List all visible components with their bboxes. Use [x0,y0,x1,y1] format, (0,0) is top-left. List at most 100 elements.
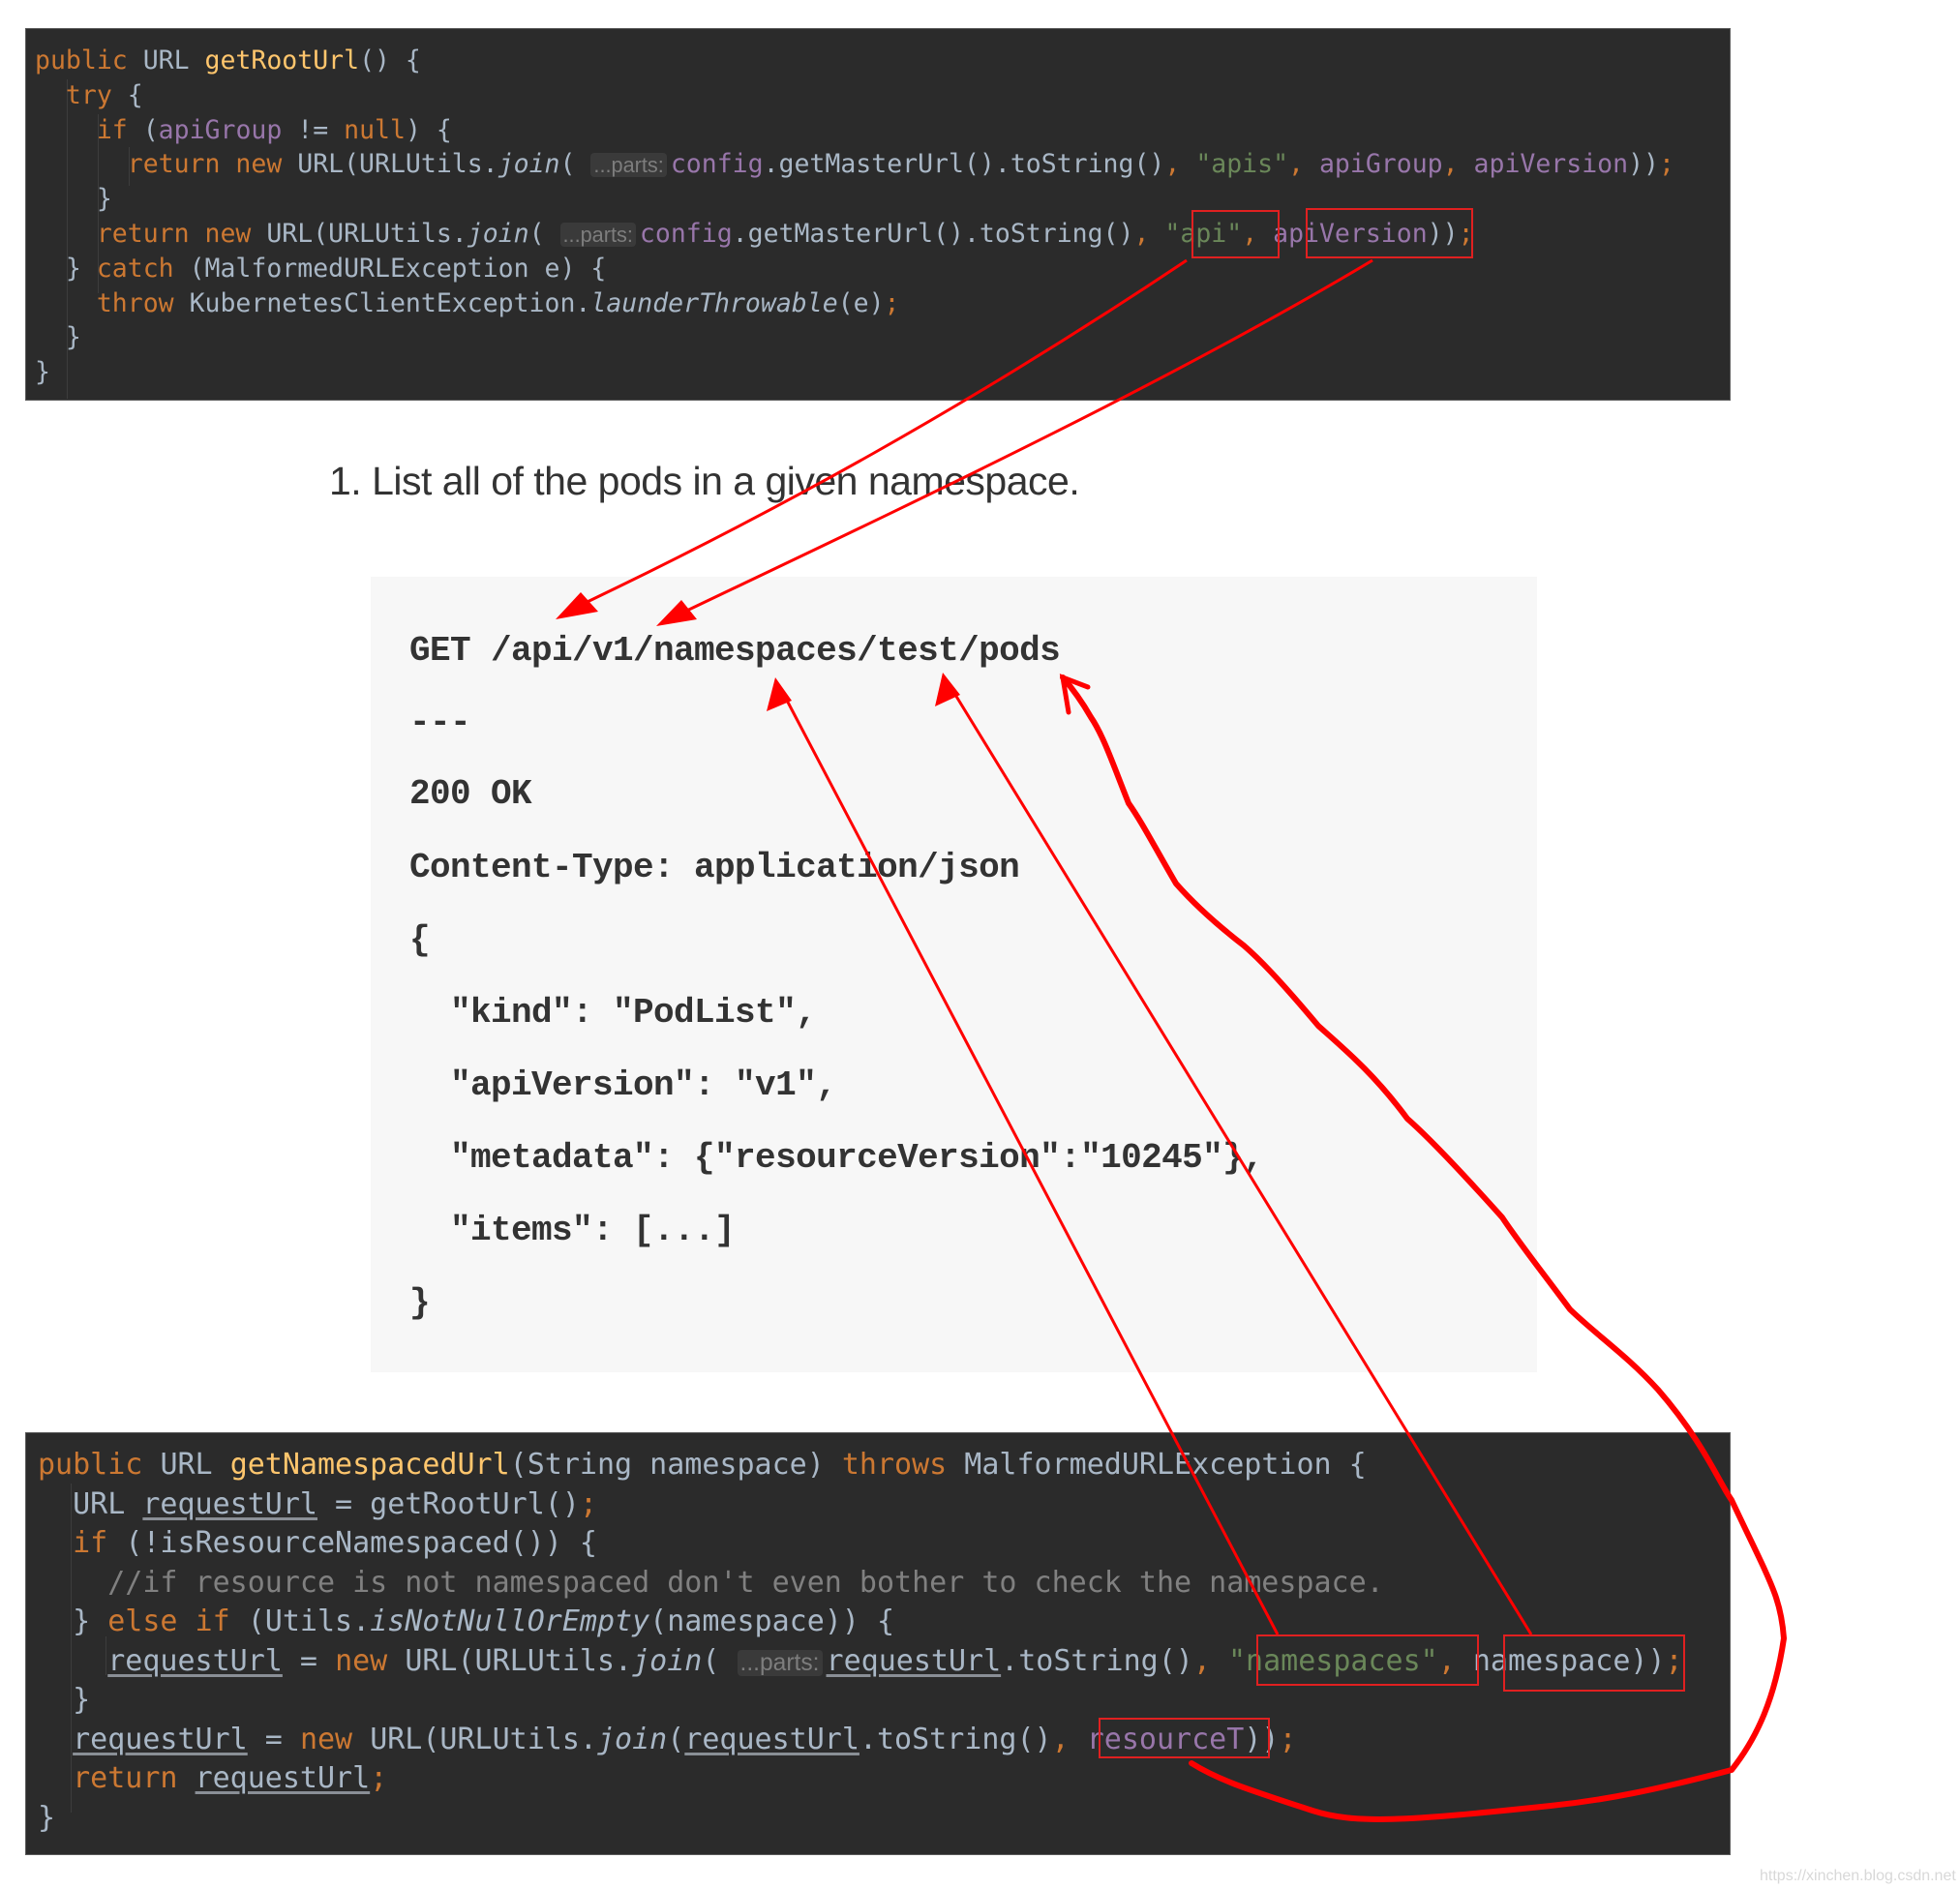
code-token: } [35,357,50,388]
code-token: URL [160,1448,230,1482]
code-token: join [632,1643,703,1678]
code-token: .getMasterUrl().toString() [732,219,1134,249]
code-token: (e) [837,287,885,318]
code-panel-getRootUrl: public URL getRootUrl() { try { if (apiG… [25,28,1731,401]
code-token: if [96,114,143,145]
highlight-box-namespaces-string [1256,1634,1479,1686]
code-line: try { [35,78,143,113]
code-token: (MalformedURLException e) { [189,253,607,284]
code-token: MalformedURLException { [964,1448,1367,1482]
highlight-box-api-string [1191,210,1280,258]
code-token: ; [884,287,900,318]
code-token: )) [1628,149,1659,180]
code-token: if [73,1526,126,1560]
code-token: catch [96,253,190,284]
code-token: URL(URLUtils. [370,1722,597,1756]
code-token: = getRootUrl() [317,1486,580,1521]
code-token: , [1442,149,1474,180]
code-line: } [38,1681,90,1720]
code-line: public URL getRootUrl() { [35,44,421,78]
code-token: requestUrl [107,1643,283,1678]
code-token: ( [702,1643,738,1678]
code-line: } [38,1799,55,1838]
code-token: apiGroup [1318,149,1443,180]
code-token: else if [107,1604,248,1638]
doc-line-status: 200 OK [409,774,532,814]
code-line: //if resource is not namespaced don't ev… [38,1564,1384,1603]
code-token: } [35,253,97,284]
code-token: null [344,114,406,145]
code-token: ( [559,149,591,180]
code-token: } [38,1800,56,1835]
code-token: try [65,79,128,110]
code-token: URL [142,45,205,75]
code-line: return requestUrl; [38,1759,387,1798]
code-token: apiGroup [158,114,283,145]
doc-line-content-type: Content-Type: application/json [409,848,1020,887]
code-token: , [1133,219,1165,249]
code-token: , [1288,149,1319,180]
code-token: (!isResourceNamespaced()) { [125,1526,597,1560]
code-token: KubernetesClientException. [189,287,591,318]
code-token: (namespace)) { [649,1604,895,1638]
doc-line-close-brace: } [409,1283,431,1323]
code-token: URL(URLUtils. [297,149,498,180]
code-token: ; [1659,149,1674,180]
code-token: return new [96,219,267,249]
code-token: , [1051,1722,1087,1756]
parameter-hint: ...parts: [737,1649,823,1676]
code-token: requestUrl [142,1486,317,1521]
code-token: new [335,1643,406,1678]
code-token: join [467,219,529,249]
code-token: } [38,1604,108,1638]
code-token: ; [579,1486,597,1521]
code-line: if (!isResourceNamespaced()) { [38,1524,597,1563]
code-token: } [35,184,112,215]
code-token: requestUrl [73,1722,248,1756]
code-line: } catch (MalformedURLException e) { [35,252,606,286]
code-token: new [299,1722,371,1756]
code-token: ) { [405,114,452,145]
parameter-hint: ...parts: [590,153,667,178]
doc-line-request: GET /api/v1/namespaces/test/pods [409,631,1061,671]
code-token: , [1164,149,1196,180]
code-line: } [35,320,81,355]
code-token: requestUrl [195,1761,371,1795]
code-token: URL(URLUtils. [266,219,467,249]
code-token: = [247,1722,300,1756]
code-line: throw KubernetesClientException.launderT… [35,286,900,321]
code-token: throws [841,1448,965,1482]
doc-line-separator: --- [409,703,471,742]
doc-line-apiversion: "apiVersion": "v1", [409,1065,837,1105]
code-line: return new URL(URLUtils.join( ...parts: c… [35,147,1674,182]
code-token: return new [127,149,298,180]
highlight-box-apiVersion [1306,208,1473,258]
code-token: config [639,219,733,249]
highlight-box-resourceT [1099,1718,1270,1758]
code-token: getNamespacedUrl [229,1448,510,1482]
code-token: = [282,1643,336,1678]
parameter-hint: ...parts: [559,223,636,247]
watermark: https://xinchen.blog.csdn.net [1760,1868,1956,1884]
code-token: , [1192,1643,1228,1678]
code-token: ( [142,114,159,145]
code-token: requestUrl [826,1643,1002,1678]
code-token: apiVersion [1473,149,1629,180]
section-heading: 1. List all of the pods in a given names… [329,459,1080,503]
code-token: "apis" [1195,149,1289,180]
code-token: ; [370,1761,388,1795]
code-token: public [35,45,143,75]
code-token: { [127,79,143,110]
code-token: join [498,149,560,180]
code-token: .getMasterUrl().toString() [763,149,1165,180]
code-token: } [38,1683,91,1717]
